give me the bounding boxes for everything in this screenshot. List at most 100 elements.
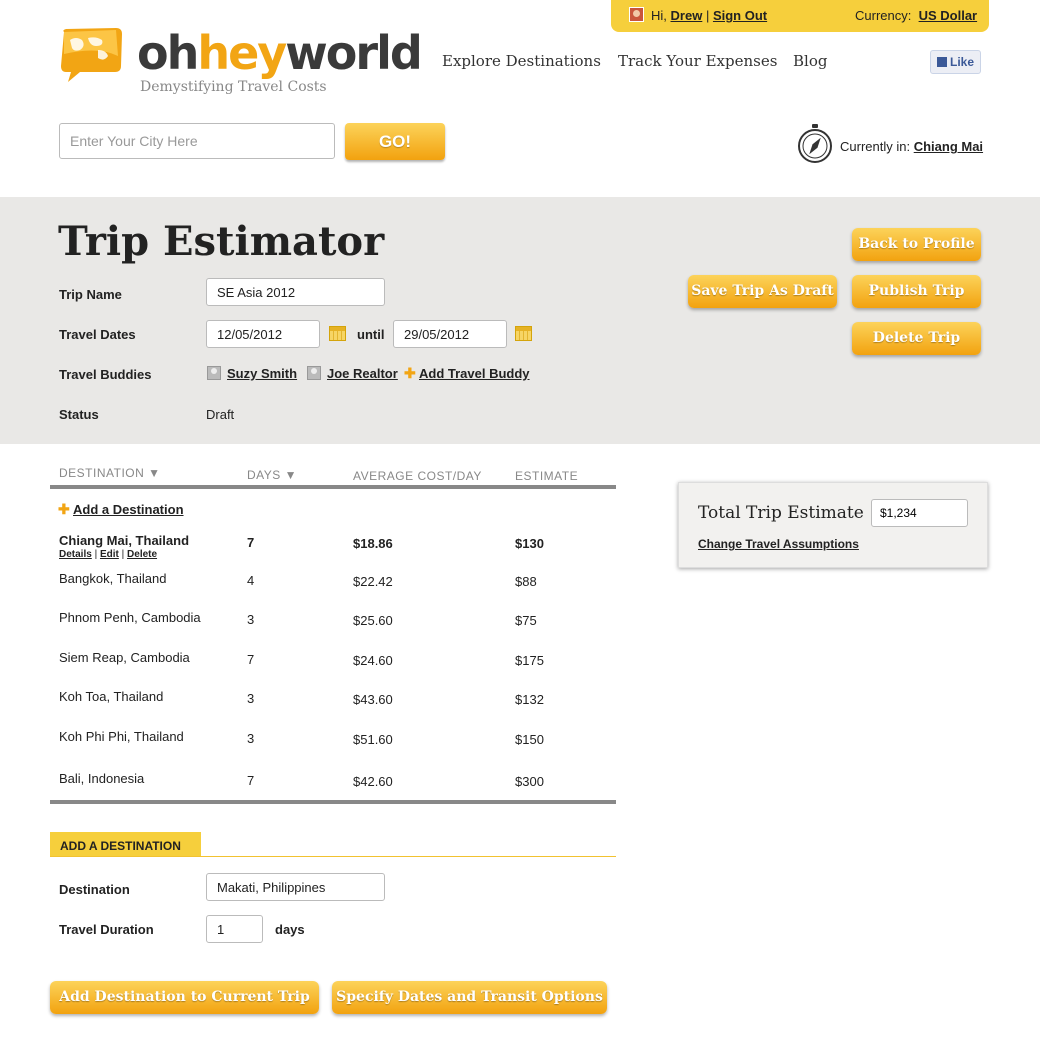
total-estimate-label: Total Trip Estimate: [698, 503, 864, 523]
edit-link[interactable]: Edit: [100, 549, 119, 560]
details-link[interactable]: Details: [59, 549, 92, 560]
delete-link[interactable]: Delete: [127, 549, 157, 560]
nav-blog[interactable]: Blog: [793, 52, 827, 70]
currency-link[interactable]: US Dollar: [919, 8, 978, 23]
buddy-link-joe-realtor[interactable]: Joe Realtor: [327, 366, 398, 381]
row-days: 3: [247, 691, 255, 706]
facebook-like-button[interactable]: Like: [930, 50, 981, 74]
section-divider: [50, 856, 616, 857]
start-date-input[interactable]: [206, 320, 320, 348]
nav-explore-destinations[interactable]: Explore Destinations: [442, 52, 601, 70]
plus-icon: ✚: [58, 501, 70, 517]
column-header-estimate: ESTIMATE: [515, 469, 579, 483]
compass-icon: [798, 124, 832, 163]
nav-track-expenses[interactable]: Track Your Expenses: [618, 52, 777, 70]
add-travel-buddy-link[interactable]: Add Travel Buddy: [419, 366, 530, 381]
trip-name-input[interactable]: [206, 278, 385, 306]
row-days: 3: [247, 612, 255, 627]
page-title: Trip Estimator: [58, 218, 385, 265]
end-date-input[interactable]: [393, 320, 507, 348]
logo-wordmark[interactable]: ohheyworld: [137, 24, 423, 82]
go-button[interactable]: GO!: [345, 123, 445, 160]
currency-label: Currency:: [855, 8, 912, 23]
calendar-icon[interactable]: [329, 326, 346, 341]
total-estimate-input[interactable]: [871, 499, 968, 527]
row-estimate: $130: [515, 536, 544, 551]
status-value: Draft: [206, 407, 235, 422]
save-draft-button[interactable]: Save Trip As Draft: [688, 275, 837, 308]
row-days: 7: [247, 535, 255, 550]
user-name-link[interactable]: Drew: [671, 8, 703, 23]
logo-tagline: Demystifying Travel Costs: [140, 79, 327, 95]
user-icon: [207, 366, 221, 380]
user-icon: [307, 366, 321, 380]
row-average-cost: $43.60: [353, 692, 393, 707]
days-unit-label: days: [275, 922, 305, 937]
currency-selector: Currency: US Dollar: [855, 8, 977, 23]
thumbs-up-icon: [937, 57, 947, 67]
current-city-link[interactable]: Chiang Mai: [914, 139, 983, 154]
row-destination: Chiang Mai, Thailand: [59, 533, 190, 548]
table-bottom-rule: [50, 800, 616, 804]
add-destination-to-trip-button[interactable]: Add Destination to Current Trip: [50, 981, 319, 1014]
row-days: 3: [247, 731, 255, 746]
greeting-text: Hi,: [651, 8, 667, 23]
city-search-input[interactable]: [59, 123, 335, 159]
specify-dates-transit-button[interactable]: Specify Dates and Transit Options: [332, 981, 607, 1014]
separator: |: [121, 549, 125, 560]
row-average-cost: $24.60: [353, 653, 393, 668]
publish-trip-button[interactable]: Publish Trip: [852, 275, 981, 308]
logo-globe-bubble-icon[interactable]: [58, 26, 124, 84]
destination-input[interactable]: [206, 873, 385, 901]
table-top-rule: [50, 485, 616, 489]
duration-input[interactable]: [206, 915, 263, 943]
back-to-profile-button[interactable]: Back to Profile: [852, 228, 981, 261]
row-days: 7: [247, 773, 255, 788]
buddy-link-suzy-smith[interactable]: Suzy Smith: [227, 366, 297, 381]
row-estimate: $150: [515, 732, 544, 747]
separator: |: [705, 8, 710, 23]
row-days: 7: [247, 652, 255, 667]
calendar-icon[interactable]: [515, 326, 532, 341]
destination-label: Destination: [59, 882, 130, 897]
logo-world: world: [285, 26, 422, 80]
row-average-cost: $18.86: [353, 536, 393, 551]
status-label: Status: [59, 407, 99, 422]
add-destination-link[interactable]: Add a Destination: [73, 502, 184, 517]
delete-trip-button[interactable]: Delete Trip: [852, 322, 981, 355]
row-estimate: $132: [515, 692, 544, 707]
until-label: until: [357, 327, 385, 342]
row-destination: Bali, Indonesia: [59, 771, 145, 786]
change-travel-assumptions-link[interactable]: Change Travel Assumptions: [698, 537, 859, 551]
row-destination: Phnom Penh, Cambodia: [59, 610, 201, 625]
like-label: Like: [950, 55, 975, 69]
column-header-days[interactable]: DAYS ▼: [247, 468, 297, 482]
separator: |: [94, 549, 98, 560]
user-bar: Hi, Drew | Sign Out Currency: US Dollar: [611, 0, 989, 32]
plus-icon: ✚: [404, 365, 416, 381]
travel-dates-label: Travel Dates: [59, 327, 136, 342]
trip-estimate-summary: Total Trip Estimate Change Travel Assump…: [678, 482, 988, 568]
column-header-destination[interactable]: DESTINATION ▼: [59, 466, 161, 480]
row-average-cost: $22.42: [353, 574, 393, 589]
current-location-label: Currently in:: [840, 139, 911, 154]
sign-out-link[interactable]: Sign Out: [713, 8, 767, 23]
row-estimate: $75: [515, 613, 537, 628]
row-destination: Koh Toa, Thailand: [59, 689, 164, 704]
row-estimate: $88: [515, 574, 537, 589]
row-average-cost: $51.60: [353, 732, 393, 747]
user-greeting: Hi, Drew | Sign Out: [651, 8, 767, 23]
add-destination-section-title: ADD A DESTINATION: [50, 832, 201, 857]
logo-oh: oh: [137, 26, 199, 80]
row-actions: Details | Edit | Delete: [59, 549, 157, 560]
current-location: Currently in: Chiang Mai: [840, 139, 983, 154]
row-average-cost: $42.60: [353, 774, 393, 789]
travel-duration-label: Travel Duration: [59, 922, 154, 937]
row-destination: Bangkok, Thailand: [59, 571, 167, 586]
row-days: 4: [247, 573, 255, 588]
row-estimate: $175: [515, 653, 544, 668]
row-estimate: $300: [515, 774, 544, 789]
row-average-cost: $25.60: [353, 613, 393, 628]
column-header-average-cost: AVERAGE COST/DAY: [353, 469, 482, 483]
row-destination: Siem Reap, Cambodia: [59, 650, 190, 665]
